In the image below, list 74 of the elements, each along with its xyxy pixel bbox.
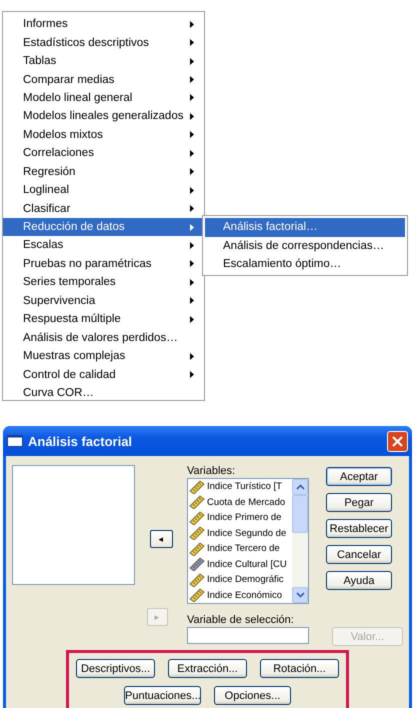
dialog-button[interactable]: Aceptar bbox=[326, 467, 392, 486]
submenu-item[interactable]: Análisis factorial… bbox=[205, 218, 405, 236]
submenu-arrow-icon bbox=[190, 352, 194, 360]
option-button[interactable]: Descriptivos... bbox=[76, 659, 155, 678]
window-icon bbox=[7, 435, 23, 447]
submenu-arrow-icon bbox=[190, 39, 194, 46]
submenu-arrow-icon bbox=[190, 278, 194, 286]
menu-item[interactable]: Comparar medias bbox=[3, 70, 204, 89]
menu-item[interactable]: Reducción de datos bbox=[3, 218, 204, 236]
menu-item[interactable]: Escalas bbox=[3, 236, 204, 255]
variable-item[interactable]: Indice Demográfic bbox=[207, 574, 284, 586]
menu-item[interactable]: Curva COR… bbox=[3, 384, 204, 402]
dialog-button[interactable]: Restablecer bbox=[326, 519, 392, 538]
submenu-arrow-icon bbox=[190, 316, 194, 323]
variables-label: Variables: bbox=[187, 465, 236, 478]
close-button[interactable] bbox=[387, 430, 408, 452]
variables-list[interactable]: Indice Turístico [T Cuota de Mercado Indice Primero de Indice Segundo de Indice Tercero de Indice Cultural [CU Indice Demográfic Indice Económico bbox=[187, 478, 309, 604]
submenu-arrow-icon bbox=[190, 168, 194, 176]
submenu-item[interactable]: Escalamiento óptimo… bbox=[205, 255, 405, 274]
move-left-button[interactable]: ◂ bbox=[150, 530, 172, 548]
dialog-button[interactable]: Cancelar bbox=[326, 545, 392, 564]
submenu-arrow-icon bbox=[190, 205, 194, 212]
scroll-up-icon[interactable] bbox=[296, 484, 304, 490]
variable-item[interactable]: Indice Cultural [CU bbox=[207, 558, 287, 570]
menu-item[interactable]: Análisis de valores perdidos… bbox=[3, 328, 204, 347]
selection-variable-field[interactable] bbox=[187, 627, 309, 644]
menu-item[interactable]: Estadísticos descriptivos bbox=[3, 33, 204, 52]
menu-item[interactable]: Pruebas no paramétricas bbox=[3, 254, 204, 274]
menu-item[interactable]: Informes bbox=[3, 15, 204, 34]
menu-item[interactable]: Supervivencia bbox=[3, 292, 204, 310]
submenu-arrow-icon bbox=[190, 58, 194, 65]
variable-item[interactable]: Indice Primero de bbox=[207, 512, 282, 524]
option-button[interactable]: Rotación... bbox=[260, 659, 339, 678]
source-variable-list[interactable] bbox=[12, 465, 135, 585]
menu-item[interactable]: Clasificar bbox=[3, 199, 204, 218]
option-button[interactable]: Extracción... bbox=[168, 659, 247, 678]
submenu-arrow-icon bbox=[190, 242, 194, 249]
scroll-down-icon[interactable] bbox=[296, 592, 304, 598]
submenu-arrow-icon bbox=[190, 297, 194, 304]
submenu-arrow-icon bbox=[190, 76, 194, 84]
menu-item[interactable]: Tablas bbox=[3, 52, 204, 70]
submenu-arrow-icon bbox=[190, 131, 194, 138]
dialog-button[interactable]: Ayuda bbox=[326, 571, 392, 590]
menu-item[interactable]: Correlaciones bbox=[3, 144, 204, 162]
menu-item[interactable]: Series temporales bbox=[3, 273, 204, 292]
submenu-arrow-icon bbox=[190, 94, 194, 102]
option-button[interactable]: Puntuaciones... bbox=[124, 686, 201, 705]
submenu-arrow-icon bbox=[190, 20, 194, 28]
variable-item[interactable]: Cuota de Mercado bbox=[207, 496, 286, 508]
submenu-arrow-icon bbox=[190, 371, 194, 378]
submenu-item[interactable]: Análisis de correspondencias… bbox=[205, 236, 405, 255]
variable-item[interactable]: Indice Segundo de bbox=[207, 528, 286, 539]
submenu-arrow-icon bbox=[190, 112, 194, 120]
variable-item[interactable]: Indice Económico bbox=[207, 590, 282, 601]
submenu-arrow-icon bbox=[190, 150, 194, 157]
menu-item[interactable]: Muestras complejas bbox=[3, 346, 204, 366]
submenu-arrow-icon bbox=[190, 224, 194, 231]
menu-item[interactable]: Modelos mixtos bbox=[3, 126, 204, 144]
window-title: Análisis factorial bbox=[28, 434, 134, 448]
menu-item[interactable]: Respuesta múltiple bbox=[3, 310, 204, 328]
scrollbar[interactable] bbox=[292, 479, 308, 603]
menu-item[interactable]: Modelo lineal general bbox=[3, 88, 204, 108]
menu-item[interactable]: Loglineal bbox=[3, 180, 204, 200]
variable-item[interactable]: Indice Tercero de bbox=[207, 543, 280, 554]
submenu-arrow-icon bbox=[190, 260, 194, 268]
selection-variable-label: Variable de selección: bbox=[187, 614, 295, 627]
dialog-button[interactable]: Pegar bbox=[326, 493, 392, 512]
variable-item[interactable]: Indice Turístico [T bbox=[207, 481, 282, 492]
option-button[interactable]: Opciones... bbox=[214, 686, 291, 705]
menu-item[interactable]: Modelos lineales generalizados bbox=[3, 107, 204, 126]
close-icon bbox=[392, 436, 403, 446]
submenu-arrow-icon bbox=[190, 186, 194, 194]
menu-item[interactable]: Regresión bbox=[3, 162, 204, 181]
menu-item[interactable]: Control de calidad bbox=[3, 365, 204, 384]
